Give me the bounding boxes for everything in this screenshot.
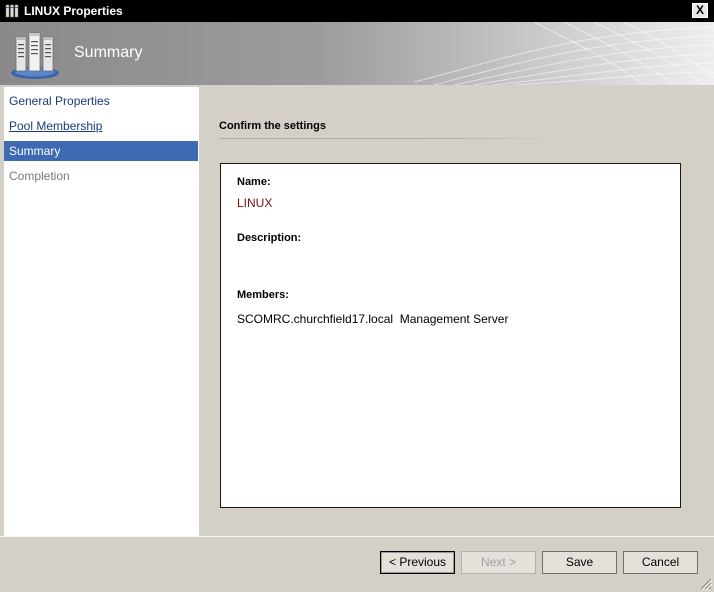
cancel-button[interactable]: Cancel	[623, 551, 698, 574]
page-title: Summary	[74, 44, 143, 61]
section-divider	[219, 138, 556, 139]
members-value: SCOMRC.churchfield17.local Management Se…	[237, 312, 509, 326]
description-label: Description:	[237, 232, 302, 244]
close-icon: X	[695, 3, 704, 17]
close-button[interactable]: X	[692, 3, 708, 18]
window-title: LINUX Properties	[24, 4, 123, 18]
decorative-wave-graphic	[414, 22, 714, 85]
name-label: Name:	[237, 176, 271, 188]
members-label: Members:	[237, 289, 289, 301]
nav-item-pool-membership[interactable]: Pool Membership	[4, 116, 198, 136]
server-pool-icon	[5, 4, 19, 18]
summary-text-box[interactable]: Name: LINUX Description: Members: SCOMRC…	[220, 163, 681, 508]
server-pool-icon	[11, 32, 59, 79]
save-button[interactable]: Save	[542, 551, 617, 574]
nav-item-general-properties[interactable]: General Properties	[4, 91, 198, 111]
page-header-banner: Summary	[0, 22, 714, 85]
section-title: Confirm the settings	[219, 120, 326, 132]
name-value: LINUX	[237, 196, 273, 210]
wizard-navigation: General Properties Pool Membership Summa…	[4, 87, 199, 536]
footer-divider	[0, 536, 714, 537]
previous-button[interactable]: < Previous	[380, 551, 455, 574]
nav-item-summary[interactable]: Summary	[4, 141, 198, 161]
next-button: Next >	[461, 551, 536, 574]
resize-grip-icon[interactable]	[700, 578, 712, 590]
summary-page: Confirm the settings Name: LINUX Descrip…	[199, 87, 714, 536]
nav-item-completion: Completion	[9, 169, 70, 183]
window-title-bar[interactable]: LINUX Properties X	[0, 0, 714, 22]
